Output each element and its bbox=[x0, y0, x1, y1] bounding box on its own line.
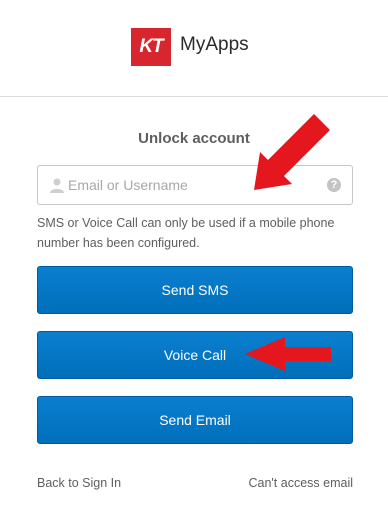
back-to-sign-in-link[interactable]: Back to Sign In bbox=[37, 476, 121, 490]
info-text: SMS or Voice Call can only be used if a … bbox=[37, 216, 335, 250]
user-icon bbox=[50, 178, 64, 193]
arrow-annotation-icon bbox=[245, 337, 331, 371]
cant-access-email-link[interactable]: Can't access email bbox=[248, 476, 353, 490]
send-email-button[interactable]: Send Email bbox=[37, 396, 353, 444]
header: KT MyApps bbox=[0, 0, 388, 97]
kt-logo: KT bbox=[131, 28, 171, 66]
send-sms-button[interactable]: Send SMS bbox=[37, 266, 353, 314]
app-name: MyApps bbox=[180, 34, 249, 55]
arrow-annotation-icon bbox=[254, 114, 330, 190]
